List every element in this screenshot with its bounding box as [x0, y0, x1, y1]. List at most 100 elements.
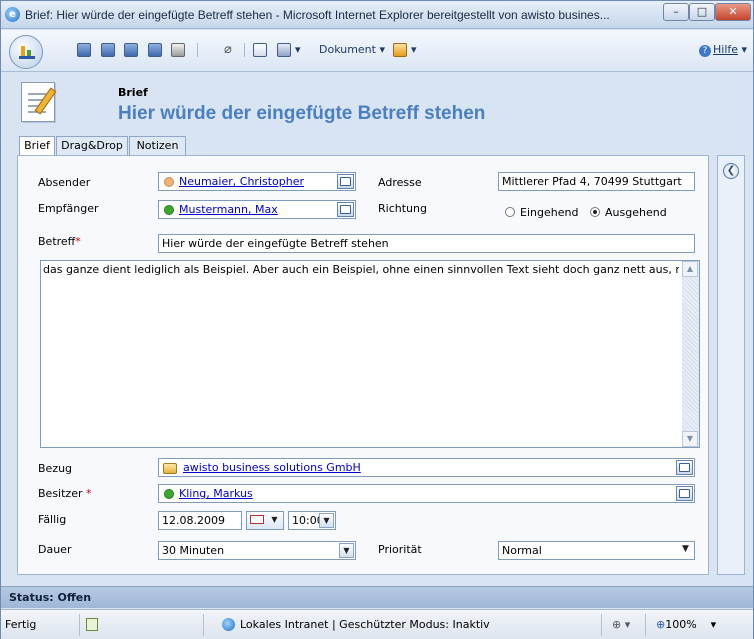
required-marker: * [75, 235, 81, 248]
dokument-menu[interactable]: Dokument ▾ [319, 43, 385, 56]
radio-ausgehend-circle[interactable] [590, 207, 600, 217]
protected-mode-button[interactable]: ⊕ ▾ [601, 614, 641, 636]
besitzer-label: Besitzer * [38, 487, 91, 500]
attach-file-icon[interactable]: ⌀ [224, 42, 234, 58]
prioritaet-value: Normal [502, 544, 542, 557]
lock-icon: ⊕ [612, 618, 622, 631]
bezug-lookup[interactable]: awisto business solutions GmbH [158, 458, 695, 477]
save-and-close-icon[interactable] [101, 43, 115, 57]
lookup-icon[interactable] [676, 460, 693, 475]
empfaenger-lookup[interactable]: Mustermann, Max [158, 200, 356, 219]
browser-window: e Brief: Hier würde der eingefügte Betre… [0, 0, 754, 639]
user-icon [164, 177, 174, 187]
besitzer-lookup[interactable]: Kling, Markus [158, 484, 695, 503]
chevron-down-icon: ▼ [319, 513, 334, 528]
tab-brief[interactable]: Brief [19, 136, 55, 156]
adresse-label: Adresse [378, 176, 422, 189]
user-online-icon [164, 489, 174, 499]
related-sidebar: ❮ [717, 155, 745, 575]
maximize-button[interactable]: □ [689, 3, 715, 21]
calendar-icon [250, 515, 264, 524]
beschreibung-text: das ganze dient lediglich als Beispiel. … [43, 263, 679, 276]
scroll-up-icon[interactable]: ▲ [682, 261, 698, 277]
tab-notizen[interactable]: Notizen [129, 136, 186, 155]
help-menu[interactable]: ? Hilfe ▾ [699, 43, 747, 57]
bezug-label: Bezug [38, 462, 73, 475]
betreff-field[interactable]: Hier würde der eingefügte Betreff stehen [158, 234, 695, 253]
dauer-label: Dauer [38, 543, 72, 556]
bezug-link[interactable]: awisto business solutions GmbH [183, 461, 361, 474]
title-bar: e Brief: Hier würde der eingefügte Betre… [1, 1, 753, 29]
crm-logo-icon [19, 45, 35, 59]
save-icon[interactable] [77, 43, 91, 57]
zoom-level: 100% [665, 618, 697, 631]
lookup-icon[interactable] [676, 486, 693, 501]
besitzer-label-text: Besitzer [38, 487, 83, 500]
security-zone[interactable]: Lokales Intranet | Geschützter Modus: In… [203, 614, 593, 636]
browser-status-bar: Fertig Lokales Intranet | Geschützter Mo… [1, 609, 753, 639]
browser-status-text: Fertig [5, 618, 37, 631]
zoom-control[interactable]: ⊕100% ▾ [645, 614, 749, 636]
dauer-select[interactable]: 30 Minuten ▼ [158, 541, 356, 560]
actions-dropdown-arrow[interactable]: ▾ [295, 43, 301, 56]
toolbar-separator [244, 43, 245, 57]
user-online-icon [164, 205, 174, 215]
page-script-icon [86, 618, 98, 631]
prioritaet-select[interactable]: Normal ▼ [498, 541, 695, 560]
print-icon[interactable] [171, 43, 185, 57]
ausgehend-label: Ausgehend [605, 206, 667, 219]
eingehend-label: Eingehend [520, 206, 579, 219]
dokument-label: Dokument [319, 43, 376, 56]
absender-lookup[interactable]: Neumaier, Christopher [158, 172, 356, 191]
radio-ausgehend[interactable]: Ausgehend [590, 206, 667, 219]
empfaenger-link[interactable]: Mustermann, Max [179, 203, 278, 216]
save-and-new-icon[interactable] [124, 43, 138, 57]
empfaenger-label: Empfänger [38, 202, 99, 215]
hand-tool-icon[interactable] [393, 43, 407, 57]
status-text: Status: Offen [9, 591, 92, 604]
faellig-label: Fällig [38, 513, 67, 526]
form-status-bar: Status: Offen [1, 586, 753, 608]
collapse-sidebar-icon[interactable]: ❮ [723, 163, 739, 179]
radio-eingehend-circle[interactable] [505, 207, 515, 217]
prioritaet-label: Priorität [378, 543, 422, 556]
besitzer-link[interactable]: Kling, Markus [179, 487, 253, 500]
chevron-down-icon: ▾ [710, 618, 717, 631]
save-as-completed-icon[interactable] [148, 43, 162, 57]
dauer-value: 30 Minuten [162, 544, 225, 557]
page-title: Hier würde der eingefügte Betreff stehen [118, 103, 486, 124]
tab-drag-drop[interactable]: Drag&Drop [56, 136, 128, 155]
adresse-field[interactable]: Mittlerer Pfad 4, 70499 Stuttgart [498, 172, 695, 191]
actions-icon[interactable] [277, 43, 291, 57]
required-marker: * [85, 487, 92, 500]
internet-explorer-icon: e [5, 7, 20, 22]
betreff-label-text: Betreff [38, 235, 76, 248]
calendar-button[interactable]: ▼ [246, 511, 284, 530]
radio-eingehend[interactable]: Eingehend [505, 206, 578, 219]
notes-icon[interactable] [253, 43, 267, 57]
hand-tool-dropdown-arrow[interactable]: ▾ [411, 43, 417, 56]
entity-type-label: Brief [118, 86, 148, 99]
chevron-down-icon: ▼ [339, 543, 354, 558]
scroll-down-icon[interactable]: ▼ [682, 431, 698, 447]
form-toolbar: ⌀ ▾ Dokument ▾ ▾ ? Hilfe ▾ [1, 30, 753, 72]
close-button[interactable]: ✕ [715, 3, 751, 21]
absender-link[interactable]: Neumaier, Christopher [179, 175, 304, 188]
chevron-down-icon: ▼ [271, 515, 278, 524]
toolbar-separator [197, 43, 198, 57]
brief-form: Absender Neumaier, Christopher Adresse M… [17, 155, 709, 575]
lookup-icon[interactable] [337, 174, 354, 189]
beschreibung-textarea[interactable]: das ganze dient lediglich als Beispiel. … [40, 260, 700, 448]
lookup-icon[interactable] [337, 202, 354, 217]
faellig-date-field[interactable]: 12.08.2009 [158, 511, 242, 530]
window-title: Brief: Hier würde der eingefügte Betreff… [25, 8, 610, 22]
minimize-button[interactable]: – [663, 3, 689, 21]
faellig-time-select[interactable]: 10:00 ▼ [288, 511, 336, 530]
betreff-label: Betreff* [38, 235, 81, 248]
form-header: Brief Hier würde der eingefügte Betreff … [1, 72, 753, 137]
crm-logo-button[interactable] [9, 35, 43, 69]
chevron-down-icon: ▼ [682, 544, 689, 554]
account-folder-icon [163, 463, 177, 474]
textarea-scrollbar[interactable]: ▲ ▼ [682, 261, 699, 447]
help-icon: ? [699, 45, 711, 57]
